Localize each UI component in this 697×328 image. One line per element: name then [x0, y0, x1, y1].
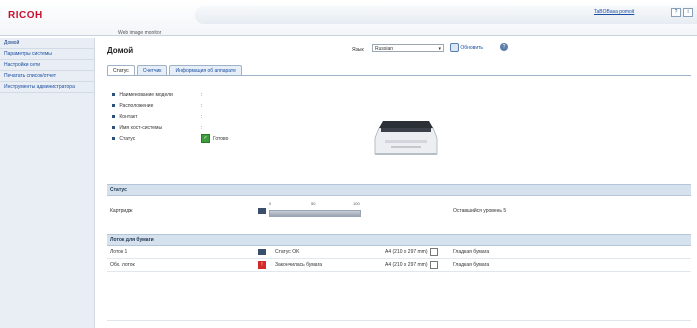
language-value: Russian [375, 46, 394, 52]
info-row-hostname: Имя хост-системы : [112, 123, 202, 134]
help-button[interactable]: ? [671, 8, 681, 17]
status-ok-icon: ✓ [201, 134, 210, 144]
status-section-title: Статус [107, 184, 691, 196]
cartridge-label: Картридж [110, 208, 133, 214]
sidebar-item-system-settings[interactable]: Параметры системы [0, 49, 94, 60]
refresh-icon [450, 43, 459, 52]
tray-paper-type: Гладкая бумага [453, 262, 490, 268]
paper-tray-section-title: Лоток для бумаги [107, 234, 691, 246]
info-value: : [201, 103, 203, 109]
info-row-contact: Контакт : [112, 112, 202, 123]
remaining-level-text: Оставшийся уровень 5 [453, 208, 507, 214]
chevron-down-icon: ▾ [438, 46, 441, 52]
tray-name: Обх. лоток [110, 262, 135, 268]
info-label: Расположение [119, 103, 154, 109]
tray-name: Лоток 1 [110, 249, 128, 255]
toner-gauge-fill [270, 211, 360, 216]
tray-status: Статус OK [275, 249, 300, 255]
device-info-list: Наименование модели : Расположение : Кон… [112, 90, 228, 145]
paper-tray-section: Лоток для бумаги Лоток 1 Статус OK A4 (2… [107, 234, 691, 272]
bullet-icon [112, 93, 115, 97]
bullet-icon [112, 126, 115, 130]
paper-icon [429, 247, 438, 256]
toner-gauge [269, 210, 361, 217]
page-help-icon[interactable]: ? [500, 43, 508, 51]
page-title: Домой [107, 46, 134, 55]
sidebar: Домой Параметры системы Настройки сети П… [0, 38, 95, 328]
refresh-button[interactable]: Обновить [450, 43, 483, 53]
gauge-tick: 0 [269, 201, 272, 206]
table-row: Лоток 1 Статус OK A4 (210 x 297 mm) Глад… [107, 246, 691, 259]
language-label: Язык [352, 47, 364, 53]
tray-paper-size: A4 (210 x 297 mm) [385, 259, 438, 271]
bullet-icon [112, 115, 115, 119]
info-row-model: Наименование модели : [112, 90, 202, 101]
bullet-icon [112, 137, 115, 141]
toner-icon [258, 196, 266, 226]
info-row-location: Расположение : [112, 101, 202, 112]
sidebar-item-print-list[interactable]: Печатать список/отчет [0, 71, 94, 82]
info-value: : [201, 114, 203, 120]
gauge-tick: 100 [353, 201, 360, 206]
sidebar-item-admin-tools[interactable]: Инструменты администратора [0, 82, 94, 93]
help-link[interactable]: TaBOBasa pomoit [594, 9, 634, 15]
info-value: : [201, 92, 203, 98]
info-label: Статус [119, 136, 136, 142]
tray-paper-size: A4 (210 x 297 mm) [385, 246, 438, 258]
tray-ok-icon [258, 246, 266, 258]
status-value: ✓ Готово [201, 134, 228, 145]
info-row-status: Статус ✓ Готово [112, 134, 228, 145]
gauge-scale: 0 50 100 [269, 201, 361, 207]
cartridge-row: Картридж Оставшийся уровень 5 [107, 196, 691, 218]
printer-image [371, 116, 441, 158]
bullet-icon [112, 104, 115, 108]
tray-empty-icon: ! [258, 259, 266, 271]
tray-paper-type: Гладкая бумага [453, 249, 490, 255]
header: RICOH Web image monitor TaBOBasa pomoit … [0, 0, 697, 36]
paper-icon [429, 260, 438, 269]
sidebar-item-network-settings[interactable]: Настройки сети [0, 60, 94, 71]
divider [107, 320, 691, 321]
gauge-tick: 50 [311, 201, 316, 206]
refresh-label: Обновить [460, 44, 484, 51]
info-label: Наименование модели [119, 92, 173, 98]
main-content: Домой Язык Russian ▾ Обновить ? Статус С… [100, 38, 691, 328]
ricoh-logo: RICOH [8, 10, 43, 21]
table-row: Обх. лоток ! Закончилась бумага A4 (210 … [107, 259, 691, 272]
info-value: : [201, 125, 203, 131]
language-select[interactable]: Russian ▾ [372, 44, 444, 52]
info-button[interactable]: i [683, 8, 693, 17]
tagline: Web image monitor [118, 30, 162, 36]
tab-bar: Статус Счетчик Информация об аппарате [107, 65, 242, 76]
info-label: Имя хост-системы [119, 125, 163, 131]
info-label: Контакт [119, 114, 138, 120]
status-section: Статус Картридж Оставшийся уровень 5 [107, 184, 691, 218]
status-text: Готово [213, 136, 229, 142]
tray-status: Закончилась бумага [275, 262, 323, 268]
sidebar-item-home[interactable]: Домой [0, 38, 94, 49]
tab-divider [107, 75, 691, 76]
